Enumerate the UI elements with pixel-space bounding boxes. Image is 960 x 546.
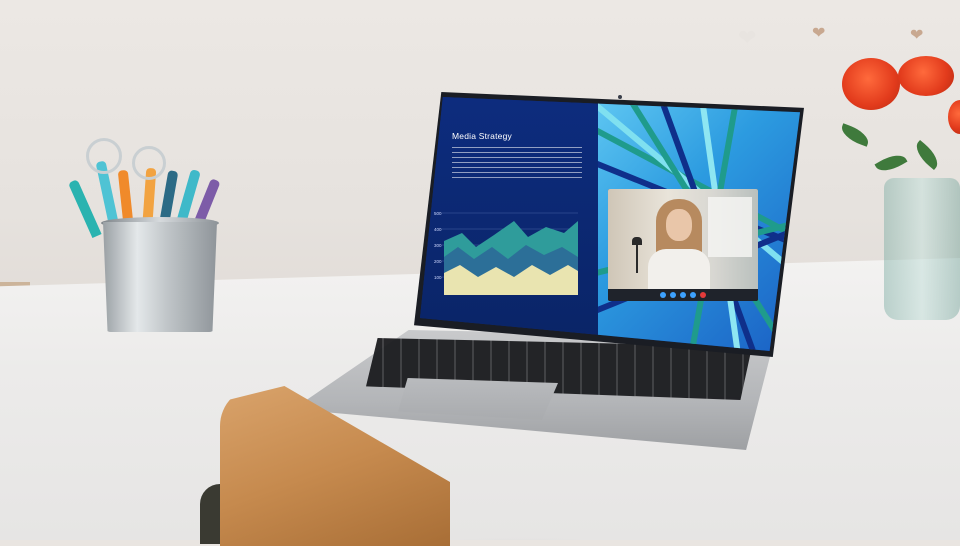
mic-icon[interactable] (660, 292, 666, 298)
slide-body-text (452, 147, 582, 179)
lamp-icon (632, 237, 642, 245)
camera-icon[interactable] (670, 292, 676, 298)
marker (68, 179, 102, 239)
scissors-icon (86, 138, 122, 174)
webcam-icon (618, 95, 622, 99)
slide-area-chart: 500 400 300 200 100 (434, 211, 578, 295)
y-tick: 400 (434, 227, 442, 232)
participant-body (648, 249, 710, 289)
scissors-icon (132, 146, 166, 180)
room-window (708, 197, 752, 257)
share-icon[interactable] (680, 292, 686, 298)
glass-vase (884, 178, 960, 320)
y-tick: 300 (434, 243, 442, 248)
lamp-stand (636, 245, 638, 273)
rose (898, 56, 954, 96)
settings-icon[interactable] (690, 292, 696, 298)
slide-title: Media Strategy (452, 131, 512, 141)
video-call-window[interactable] (608, 189, 758, 301)
end-call-icon[interactable] (700, 292, 706, 298)
rose (842, 58, 900, 110)
y-tick: 200 (434, 259, 442, 264)
participant-face (666, 209, 692, 241)
laptop-screen: Media Strategy 500 400 300 200 100 (420, 97, 800, 351)
metal-cup (103, 222, 217, 332)
y-tick: 500 (434, 211, 442, 216)
presentation-slide: Media Strategy 500 400 300 200 100 (420, 97, 598, 351)
y-tick: 100 (434, 275, 442, 280)
